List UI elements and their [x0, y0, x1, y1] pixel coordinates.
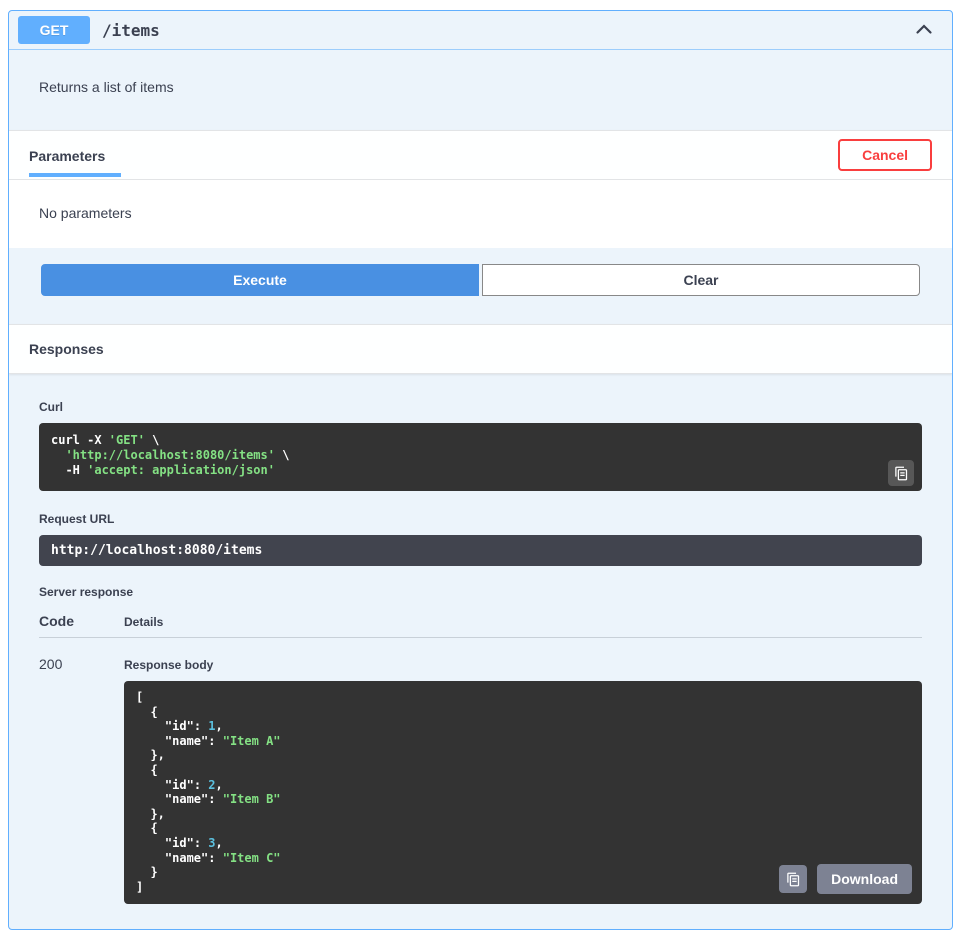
responses-body: Curl curl -X 'GET' \ 'http://localhost:8…: [9, 374, 952, 929]
execute-button[interactable]: Execute: [41, 264, 479, 296]
details-column-header: Details: [124, 615, 163, 629]
responses-section-header: Responses: [9, 324, 952, 374]
execute-wrapper: Execute Clear: [9, 248, 952, 324]
request-url-block: http://localhost:8080/items: [39, 535, 922, 566]
copy-curl-button[interactable]: [888, 460, 914, 486]
no-parameters-message: No parameters: [9, 180, 952, 248]
cancel-button[interactable]: Cancel: [838, 139, 932, 171]
code-column-header: Code: [39, 613, 124, 629]
curl-command-text: curl -X 'GET' \ 'http://localhost:8080/i…: [51, 433, 910, 478]
collapse-button[interactable]: [908, 17, 940, 44]
response-body-block: [ { "id": 1, "name": "Item A" }, { "id":…: [124, 681, 922, 904]
response-body-label: Response body: [124, 658, 922, 672]
responses-table: Code Details 200 Response body [ { "id":…: [39, 613, 922, 904]
clipboard-icon: [786, 872, 801, 887]
operation-description: Returns a list of items: [9, 50, 952, 130]
chevron-up-icon: [914, 19, 934, 39]
server-response-label: Server response: [39, 585, 922, 599]
request-url-label: Request URL: [39, 512, 922, 526]
copy-response-button[interactable]: [779, 865, 807, 893]
request-url-value: http://localhost:8080/items: [51, 543, 910, 558]
operation-summary[interactable]: GET /items: [9, 11, 952, 50]
responses-title: Responses: [29, 341, 104, 357]
response-details-cell: Response body [ { "id": 1, "name": "Item…: [124, 654, 922, 904]
operation-path: /items: [102, 21, 160, 40]
responses-table-header: Code Details: [39, 613, 922, 638]
parameters-section-header: Parameters Cancel: [9, 130, 952, 180]
curl-label: Curl: [39, 400, 922, 414]
clear-button[interactable]: Clear: [482, 264, 920, 296]
response-row: 200 Response body [ { "id": 1, "name": "…: [39, 638, 922, 904]
download-button[interactable]: Download: [817, 864, 912, 894]
tab-parameters[interactable]: Parameters: [29, 133, 121, 177]
curl-command-block: curl -X 'GET' \ 'http://localhost:8080/i…: [39, 423, 922, 491]
status-code: 200: [39, 654, 124, 904]
operation-block: GET /items Returns a list of items Param…: [8, 10, 953, 930]
clipboard-icon: [894, 466, 909, 481]
http-method-badge: GET: [18, 16, 90, 44]
response-controls: Download: [779, 864, 912, 894]
